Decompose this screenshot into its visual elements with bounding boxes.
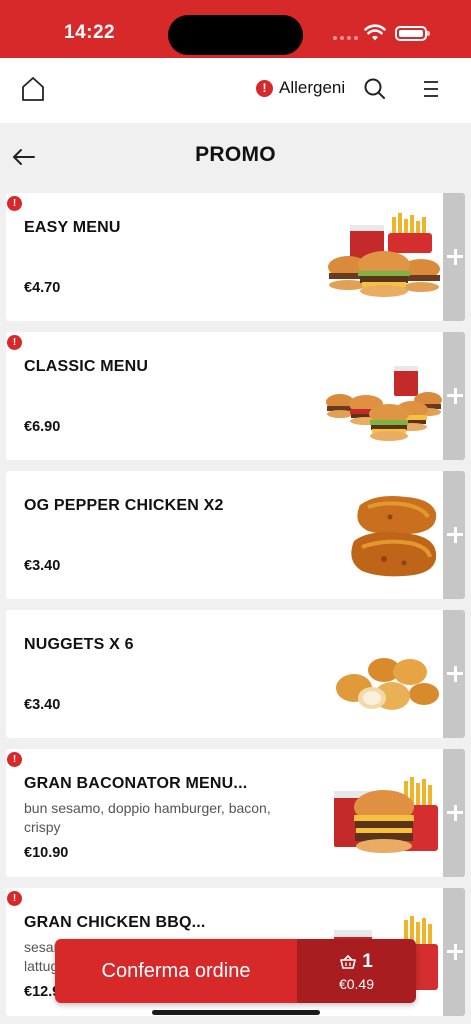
status-time: 14:22 xyxy=(64,22,116,43)
status-bar: 14:22 xyxy=(0,0,471,58)
cart-total: €0.49 xyxy=(338,975,375,992)
hamburger-menu-icon[interactable] xyxy=(418,76,444,102)
home-icon[interactable] xyxy=(18,74,48,104)
product-name: EASY MENU xyxy=(24,219,121,236)
page-header: PROMO xyxy=(0,123,471,189)
product-name: NUGGETS X 6 xyxy=(24,636,134,653)
add-to-cart-button[interactable] xyxy=(443,193,465,321)
dynamic-island xyxy=(168,15,303,55)
wifi-icon xyxy=(364,24,386,41)
product-price: €4.70 xyxy=(24,280,61,296)
allergen-alert-icon[interactable]: ! xyxy=(7,335,22,350)
add-to-cart-button[interactable] xyxy=(443,471,465,599)
product-description: bun sesamo, doppio hamburger, bacon, cri… xyxy=(24,800,271,835)
top-nav: ! Allergeni xyxy=(0,58,471,123)
cart-count: 1 xyxy=(362,950,373,972)
product-card[interactable]: OG PEPPER CHICKEN X2 €3.40 xyxy=(6,471,465,599)
allergen-alert-icon[interactable]: ! xyxy=(7,752,22,767)
search-icon[interactable] xyxy=(361,75,389,103)
product-name: OG PEPPER CHICKEN X2 xyxy=(24,497,224,514)
confirm-order-button[interactable]: Conferma ordine xyxy=(55,939,297,1003)
home-indicator xyxy=(152,1010,320,1015)
burger-menu-image xyxy=(328,213,440,297)
allergens-button[interactable]: ! Allergeni xyxy=(256,78,345,98)
allergens-label: Allergeni xyxy=(279,78,346,97)
cellular-signal-icon xyxy=(333,36,358,40)
product-card[interactable]: NUGGETS X 6 €3.40 xyxy=(6,610,465,738)
product-name: CLASSIC MENU xyxy=(24,358,149,375)
fried-chicken-image xyxy=(351,496,437,577)
baconator-menu-image xyxy=(334,777,438,853)
basket-icon xyxy=(340,954,357,969)
cart-button[interactable]: 1 €0.49 xyxy=(297,939,416,1003)
add-to-cart-button[interactable] xyxy=(443,888,465,1016)
add-to-cart-button[interactable] xyxy=(443,610,465,738)
product-price: €3.40 xyxy=(24,558,61,574)
alert-icon: ! xyxy=(256,79,273,97)
product-price: €3.40 xyxy=(24,697,61,713)
product-price: €10.90 xyxy=(24,845,69,861)
page-title: PROMO xyxy=(195,143,276,166)
nuggets-image xyxy=(336,658,439,710)
burgers-menu-image xyxy=(326,366,442,441)
battery-icon xyxy=(395,26,430,41)
order-bar: Conferma ordine 1 €0.49 xyxy=(55,939,416,1003)
allergen-alert-icon[interactable]: ! xyxy=(7,891,22,906)
add-to-cart-button[interactable] xyxy=(443,749,465,877)
product-name: GRAN BACONATOR MENU... xyxy=(24,775,248,792)
product-card[interactable]: ! CLASSIC MENU €6.90 xyxy=(6,332,465,460)
product-name: GRAN CHICKEN BBQ... xyxy=(24,914,206,931)
product-price: €6.90 xyxy=(24,419,61,435)
allergen-alert-icon[interactable]: ! xyxy=(7,196,22,211)
product-card[interactable]: ! EASY MENU €4.70 xyxy=(6,193,465,321)
add-to-cart-button[interactable] xyxy=(443,332,465,460)
product-card[interactable]: ! GRAN BACONATOR MENU... bun sesamo, dop… xyxy=(6,749,465,877)
